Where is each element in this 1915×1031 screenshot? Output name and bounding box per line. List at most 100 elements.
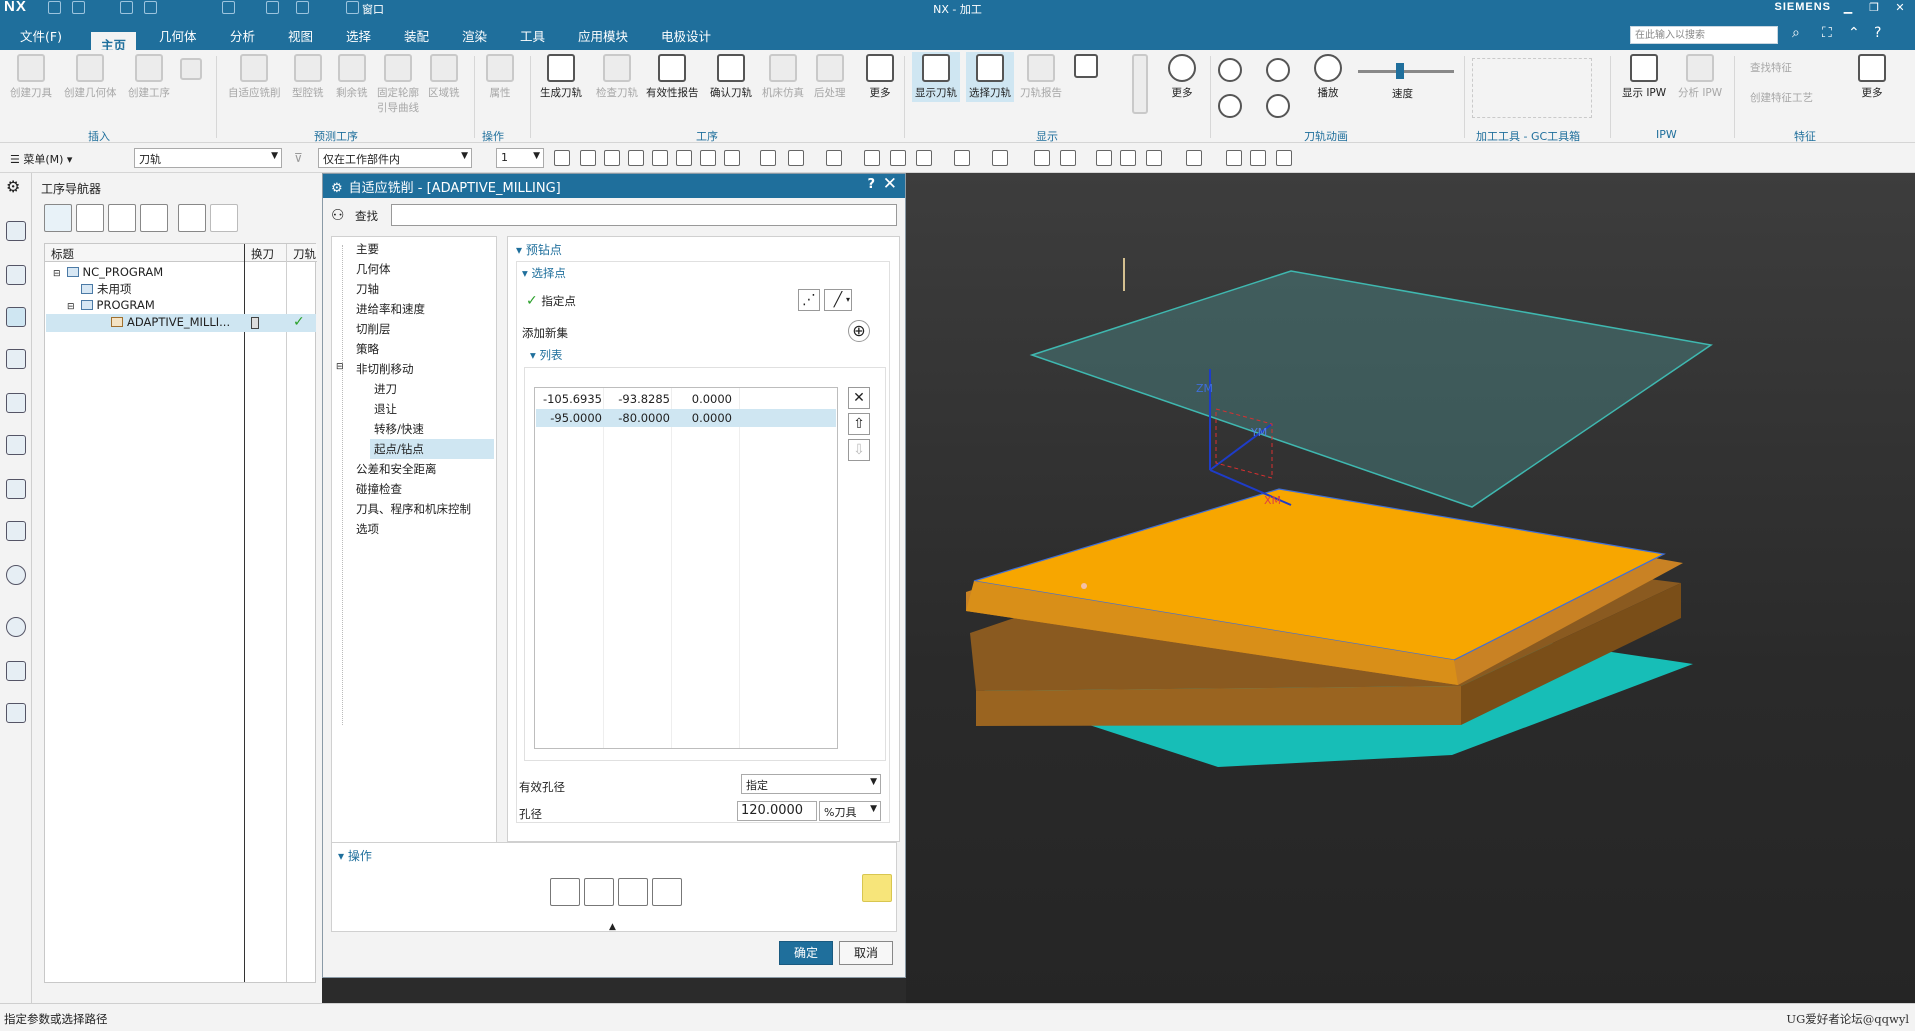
- hide-icon[interactable]: [1146, 150, 1162, 166]
- part-navigator-icon[interactable]: [6, 221, 26, 241]
- section-list-header[interactable]: ▾ 列表: [530, 347, 562, 363]
- add-new-set-button[interactable]: ⊕: [848, 320, 870, 342]
- restore-button[interactable]: ❐: [1863, 0, 1885, 16]
- wireframe-icon[interactable]: [890, 150, 906, 166]
- assembly-navigator-icon[interactable]: [6, 265, 26, 285]
- analyze-ipw-button[interactable]: 分析 IPW: [1678, 54, 1722, 100]
- tree-node-nc-program[interactable]: ⊟ NC_PROGRAM: [53, 265, 163, 279]
- collapse-icon[interactable]: ⊟: [53, 269, 61, 279]
- find-feature-button[interactable]: 查找特征: [1750, 60, 1792, 75]
- select-toolpath-button[interactable]: [862, 874, 892, 902]
- fullscreen-icon[interactable]: ⛶: [1822, 25, 1832, 41]
- rotate-icon[interactable]: [652, 150, 668, 166]
- diameter-input[interactable]: 120.0000: [737, 801, 817, 821]
- web-browser-icon[interactable]: [6, 565, 26, 585]
- tree-node-unused[interactable]: 未用项: [81, 281, 132, 297]
- cancel-button[interactable]: 取消: [839, 941, 893, 965]
- toolpath-report-button[interactable]: 刀轨报告: [1020, 54, 1062, 100]
- program-order-view-button[interactable]: [44, 204, 72, 232]
- rewind-button[interactable]: [1218, 94, 1242, 121]
- column-tool-change[interactable]: 换刀: [245, 244, 287, 262]
- verify-button[interactable]: [618, 878, 648, 906]
- create-geometry-button[interactable]: 创建几何体: [64, 54, 117, 100]
- section-predrill-header[interactable]: ▾ 预钻点: [516, 241, 562, 258]
- color-icon[interactable]: [1060, 150, 1076, 166]
- machine-simulation-button[interactable]: 机床仿真: [762, 54, 804, 100]
- insert-extra-button[interactable]: [180, 58, 202, 83]
- menu-select[interactable]: 选择: [346, 26, 371, 45]
- measure-icon[interactable]: [1276, 150, 1292, 166]
- perspective-icon[interactable]: [724, 150, 740, 166]
- menu-tools[interactable]: 工具: [520, 26, 545, 45]
- verify-toolpath-button[interactable]: 检查刀轨: [596, 54, 638, 100]
- column-toolpath[interactable]: 刀轨: [287, 244, 317, 262]
- menu-electrode-design[interactable]: 电极设计: [661, 26, 711, 45]
- gear-icon[interactable]: ⚙: [6, 177, 20, 196]
- select-icon[interactable]: [580, 150, 596, 166]
- search-icon[interactable]: ⌕: [1792, 25, 1800, 41]
- chevron-down-icon[interactable]: ▾: [846, 295, 850, 304]
- show-hide-icon[interactable]: [1120, 150, 1136, 166]
- gear-icon[interactable]: ⚙: [331, 181, 343, 196]
- command-search-input[interactable]: 在此输入以搜索: [1630, 26, 1778, 44]
- tree-item-non-cutting-moves[interactable]: 非切削移动: [356, 361, 414, 377]
- history-icon[interactable]: [6, 617, 26, 637]
- level-select[interactable]: 1 ▼: [496, 148, 544, 168]
- dialog-close-button[interactable]: ✕: [883, 174, 897, 194]
- tree-item-feeds-speeds[interactable]: 进给率和速度: [356, 301, 425, 317]
- view-icon[interactable]: [760, 150, 776, 166]
- process-studio-icon[interactable]: [6, 661, 26, 681]
- tree-item-tool-program-machine[interactable]: 刀具、程序和机床控制: [356, 501, 471, 517]
- help-button[interactable]: ?: [867, 177, 875, 192]
- tree-item-options[interactable]: 选项: [356, 521, 379, 537]
- orient-icon[interactable]: [700, 150, 716, 166]
- effective-diameter-select[interactable]: 指定 ▼: [741, 774, 881, 794]
- add-button[interactable]: [178, 204, 206, 232]
- mcs-icon[interactable]: [1096, 150, 1112, 166]
- menu-view[interactable]: 视图: [288, 26, 313, 45]
- render-style-icon[interactable]: [826, 150, 842, 166]
- feature-navigator-icon[interactable]: [6, 393, 26, 413]
- method-view-button[interactable]: [140, 204, 168, 232]
- replay-button[interactable]: [584, 878, 614, 906]
- machine-tool-icon[interactable]: [6, 349, 26, 369]
- tree-item-start-drill-points[interactable]: 起点/钻点: [370, 439, 494, 459]
- features-more-button[interactable]: 更多: [1858, 54, 1886, 100]
- cavity-mill-button[interactable]: 型腔铣: [292, 54, 324, 100]
- tree-item-collision-check[interactable]: 碰撞检查: [356, 481, 402, 497]
- material-icon[interactable]: [1034, 150, 1050, 166]
- validity-report-button[interactable]: 有效性报告: [646, 54, 699, 100]
- step-buttons[interactable]: [1132, 54, 1148, 117]
- tree-item-tolerance-clearance[interactable]: 公差和安全距离: [356, 461, 437, 477]
- point-dialog-button[interactable]: ⋰: [798, 289, 820, 311]
- operation-navigator-icon[interactable]: [6, 307, 26, 327]
- type-filter-select[interactable]: 刀轨 ▼: [134, 148, 282, 168]
- confirm-toolpath-button[interactable]: 确认刀轨: [710, 54, 752, 100]
- constraint-navigator-icon[interactable]: [6, 435, 26, 455]
- close-window-button[interactable]: ✕: [1889, 0, 1911, 16]
- collapse-ribbon-icon[interactable]: ⌃: [1848, 25, 1860, 41]
- speed-slider-handle[interactable]: [1396, 63, 1404, 79]
- display-option-button[interactable]: [1074, 54, 1098, 81]
- pause-button[interactable]: [1266, 58, 1290, 85]
- tree-item-main[interactable]: 主要: [356, 241, 379, 257]
- graphics-window[interactable]: ZM YM XM: [906, 173, 1915, 1003]
- list-row-selected[interactable]: -95.0000 -80.0000 0.0000: [536, 409, 836, 427]
- menu-geometry[interactable]: 几何体: [159, 26, 197, 45]
- help-icon[interactable]: ?: [1874, 25, 1881, 41]
- properties-button[interactable]: 属性: [486, 54, 514, 100]
- solid-icon[interactable]: [864, 150, 880, 166]
- expand-icon[interactable]: ▲: [609, 922, 616, 932]
- tree-item-transfer-rapid[interactable]: 转移/快速: [374, 421, 424, 437]
- step-back-button[interactable]: [1218, 58, 1242, 85]
- area-mill-button[interactable]: 区域铣: [428, 54, 460, 100]
- list-button[interactable]: [652, 878, 682, 906]
- process-more-button[interactable]: 更多: [866, 54, 894, 100]
- minimize-button[interactable]: ▁: [1837, 0, 1859, 16]
- postprocess-button[interactable]: 后处理: [814, 54, 846, 100]
- fit-icon[interactable]: [604, 150, 620, 166]
- menu-file[interactable]: 文件(F): [20, 26, 62, 45]
- machine-tool-view-button[interactable]: [76, 204, 104, 232]
- create-operation-button[interactable]: 创建工序: [128, 54, 170, 100]
- clip-icon[interactable]: [954, 150, 970, 166]
